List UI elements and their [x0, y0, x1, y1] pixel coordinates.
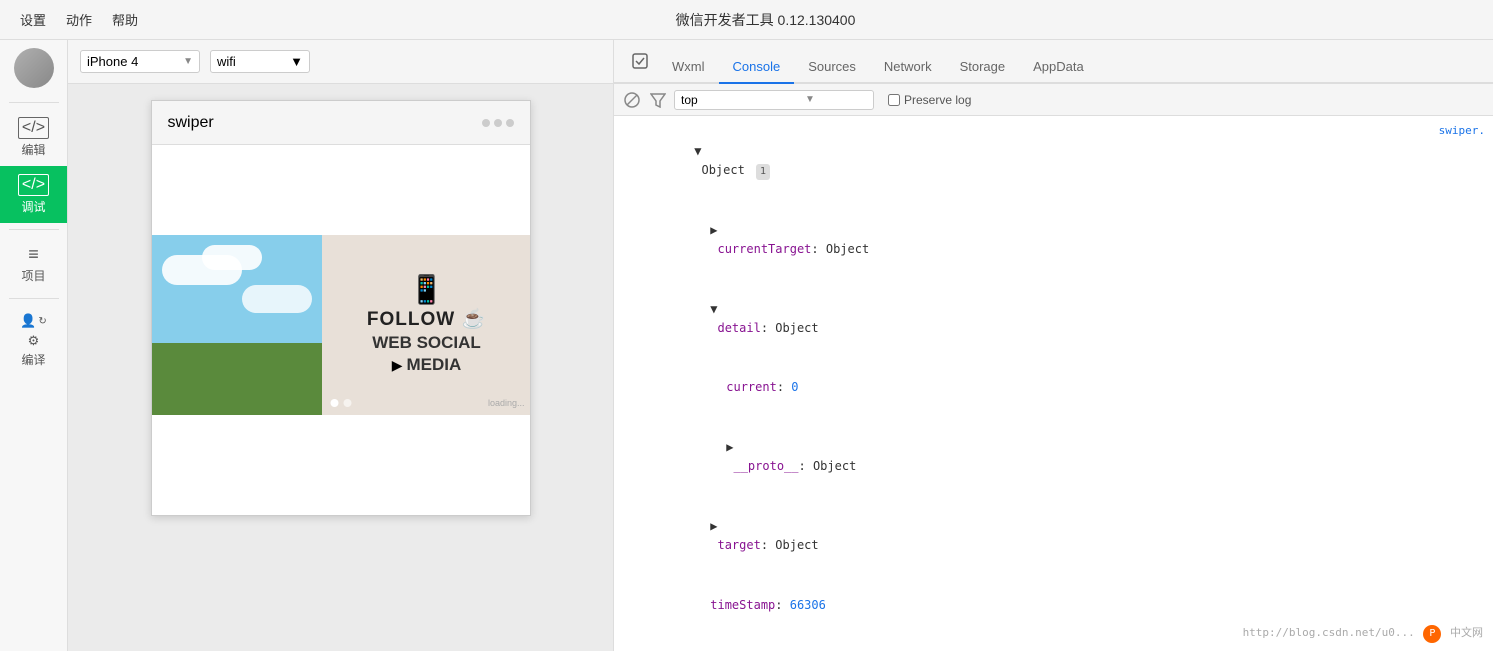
tab-appdata[interactable]: AppData [1019, 51, 1098, 84]
expand-icon-1[interactable]: ▶ [710, 223, 717, 237]
tab-wxml[interactable]: Wxml [658, 51, 719, 84]
swiper-dot-1 [330, 399, 338, 407]
device-toolbar: iPhone 4 ▼ wifi ▼ [68, 40, 613, 84]
play-btn-icon: ▶ [392, 357, 403, 374]
tab-console[interactable]: Console [719, 51, 795, 84]
follow-text: FOLLOW ☕ [367, 307, 486, 331]
debug-icon: </> [18, 174, 49, 196]
filter-input-wrap[interactable]: ▼ [674, 90, 874, 110]
tree-line-4: ▶ __proto__: Object [614, 418, 864, 497]
device-dropdown-arrow: ▼ [183, 56, 193, 67]
phone-content-top [152, 145, 530, 235]
follow-illustration: 📱 FOLLOW ☕ WEB SOCIAL ▶ MEDIA [367, 275, 486, 376]
phone-dot-3 [506, 119, 514, 127]
inspect-icon[interactable] [622, 45, 658, 82]
swiper-dots [330, 399, 351, 407]
tree-line-1: ▶ currentTarget: Object [614, 201, 877, 280]
device-panel: iPhone 4 ▼ wifi ▼ swiper [68, 40, 613, 651]
sidebar-item-compile[interactable]: 👤↻ ⚙ 编译 [0, 305, 67, 376]
swiper-dot-2 [343, 399, 351, 407]
devtools-panel: Wxml Console Sources Network Storage App… [613, 40, 1493, 651]
network-dropdown-arrow: ▼ [290, 54, 303, 69]
help-menu[interactable]: 帮助 [112, 10, 138, 29]
tree-line-2: ▼ detail: Object [614, 280, 827, 359]
watermark: http://blog.csdn.net/u0... P 中文网 [1243, 624, 1483, 643]
settings-lines-icon: ⚙ [28, 333, 40, 349]
filter-dropdown-arrow[interactable]: ▼ [805, 94, 815, 105]
tab-network[interactable]: Network [870, 51, 946, 84]
sketch-footer-text: loading... [488, 398, 525, 410]
sidebar-item-compile-label: 编译 [21, 351, 45, 368]
tab-storage[interactable]: Storage [946, 51, 1020, 84]
expand-icon-5[interactable]: ▶ [710, 519, 717, 533]
clear-console-button[interactable] [622, 90, 642, 110]
settings-menu[interactable]: 设置 [20, 10, 46, 29]
menubar: 设置 动作 帮助 [20, 10, 138, 29]
sidebar-item-project[interactable]: ≡ 项目 [0, 236, 67, 292]
devtools-tabs: Wxml Console Sources Network Storage App… [614, 40, 1493, 84]
tab-sources[interactable]: Sources [794, 51, 870, 84]
web-social-text: WEB SOCIAL [372, 333, 481, 353]
tree-line-6: timeStamp: 66306 [614, 575, 834, 635]
devtools-toolbar: ▼ Preserve log [614, 84, 1493, 116]
phone-title: swiper [168, 114, 214, 132]
tree-line-5: ▶ target: Object [614, 497, 827, 576]
swiper-area: 📱 FOLLOW ☕ WEB SOCIAL ▶ MEDIA [152, 235, 530, 415]
sidebar-item-project-label: 项目 [21, 267, 45, 284]
collapse-icon-2[interactable]: ▼ [710, 302, 717, 316]
avatar [14, 48, 54, 88]
log-source-1[interactable]: swiper. [1439, 124, 1485, 137]
swiper-slide-1 [152, 235, 322, 415]
sidebar-item-debug-label: 调试 [21, 198, 45, 215]
project-icon: ≡ [28, 244, 39, 265]
sidebar: </> 编辑 </> 调试 ≡ 项目 👤↻ ⚙ 编译 [0, 40, 68, 651]
sidebar-item-code-label: 编辑 [21, 141, 45, 158]
preserve-log-label: Preserve log [904, 93, 971, 107]
filter-icon[interactable] [648, 90, 668, 110]
phone-header: swiper [152, 101, 530, 145]
phone-dots [482, 119, 514, 127]
swiper-slide-2: 📱 FOLLOW ☕ WEB SOCIAL ▶ MEDIA [322, 235, 530, 415]
phone-sketch-icon: 📱 [409, 275, 444, 306]
cloud-2 [202, 245, 262, 270]
preserve-log-wrap: Preserve log [888, 93, 971, 107]
phone-dot-2 [494, 119, 502, 127]
actions-menu[interactable]: 动作 [66, 10, 92, 29]
phone-dot-1 [482, 119, 490, 127]
sidebar-divider [9, 102, 59, 103]
network-name: wifi [217, 54, 236, 69]
collapse-icon[interactable]: ▼ [694, 144, 701, 158]
cloud-3 [242, 285, 312, 313]
media-row: ▶ MEDIA [392, 355, 462, 375]
main-layout: </> 编辑 </> 调试 ≡ 项目 👤↻ ⚙ 编译 iPhone 4 ▼ [0, 40, 1493, 651]
filter-input[interactable] [681, 93, 801, 107]
badge-1: 1 [756, 164, 770, 180]
php-badge: P [1423, 625, 1441, 643]
log-entry-1: swiper. ▼ Object 1 ▶ currentTarget: Obje… [614, 120, 1493, 651]
devtools-content: swiper. ▼ Object 1 ▶ currentTarget: Obje… [614, 116, 1493, 651]
compile-icon: 👤↻ [20, 313, 47, 329]
app-title: 微信开发者工具 0.12.130400 [676, 10, 856, 30]
phone-frame: swiper [68, 84, 613, 651]
preserve-log-checkbox[interactable] [888, 94, 900, 106]
sidebar-divider3 [9, 298, 59, 299]
sidebar-item-debug[interactable]: </> 调试 [0, 166, 67, 223]
device-name: iPhone 4 [87, 54, 138, 69]
tree-line-3: current: 0 [614, 358, 807, 418]
expand-icon-4[interactable]: ▶ [726, 440, 733, 454]
phone-screen: swiper [151, 100, 531, 516]
sidebar-item-code[interactable]: </> 编辑 [0, 109, 67, 166]
sidebar-divider2 [9, 229, 59, 230]
phone-bottom [152, 415, 530, 515]
code-icon: </> [18, 117, 49, 139]
media-text: MEDIA [407, 355, 462, 375]
title-bar: 设置 动作 帮助 微信开发者工具 0.12.130400 [0, 0, 1493, 40]
device-select[interactable]: iPhone 4 ▼ [80, 50, 200, 73]
tree-line-0: ▼ Object 1 [614, 122, 778, 201]
tree-line-7: type: "change" [614, 635, 819, 651]
network-select[interactable]: wifi ▼ [210, 50, 310, 73]
